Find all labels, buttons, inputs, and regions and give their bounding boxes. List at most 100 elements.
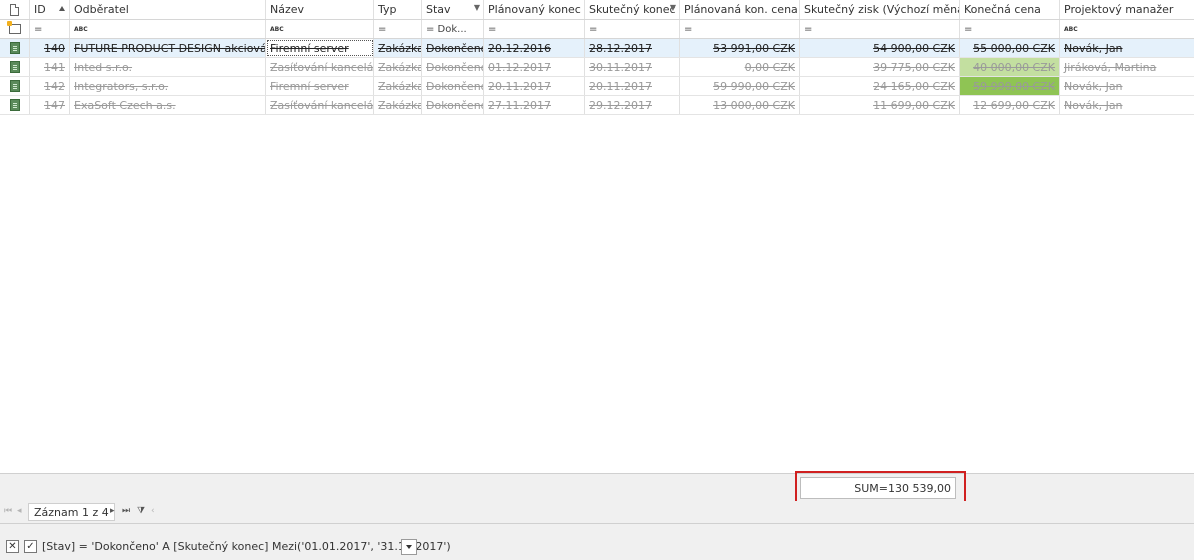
cell-manazer[interactable]: Jiráková, Martina (1060, 58, 1194, 76)
cell-nazev[interactable]: Firemní server (266, 39, 374, 57)
enable-filter-checkbox[interactable]: ✓ (24, 540, 37, 553)
cell-id[interactable]: 147 (30, 96, 70, 114)
column-header-stav[interactable]: Stav ▼ (422, 0, 484, 19)
column-header-nazev[interactable]: Název (266, 0, 374, 19)
cell-konecna-cena[interactable]: 40 000,00 CZK (960, 58, 1060, 76)
column-header-planovany-konec[interactable]: Plánovaný konec (484, 0, 585, 19)
cell-stav[interactable]: Dokončeno (422, 77, 484, 95)
cell-planovana-cena[interactable]: 13 000,00 CZK (680, 96, 800, 114)
cell-planovany-konec[interactable]: 20.12.2016 (484, 39, 585, 57)
cell-manazer[interactable]: Novák, Jan (1060, 39, 1194, 57)
filter-cell-stav[interactable]: = Dok... (422, 20, 484, 38)
row-indicator[interactable] (0, 58, 30, 76)
cell-nazev[interactable]: Zasíťování kanceláře (266, 96, 374, 114)
cell-konecna-cena[interactable]: 55 000,00 CZK (960, 39, 1060, 57)
data-navigator: ⏮ ◂ Záznam 1 z 4 ▸ ⏭ ⧩ ‹ (0, 501, 1194, 524)
cell-id[interactable]: 142 (30, 77, 70, 95)
cell-skutecny-zisk[interactable]: 11 699,00 CZK (800, 96, 960, 114)
filter-cell-planovany-konec[interactable]: = (484, 20, 585, 38)
cell-planovany-konec[interactable]: 01.12.2017 (484, 58, 585, 76)
cell-skutecny-konec[interactable]: 29.12.2017 (585, 96, 680, 114)
column-header-id[interactable]: ID (30, 0, 70, 19)
cell-odberatel[interactable]: Inted s.r.o. (70, 58, 266, 76)
column-header-label: Skutečný zisk (Výchozí měna) (804, 3, 960, 16)
cell-planovana-cena[interactable]: 0,00 CZK (680, 58, 800, 76)
filter-operator: = (589, 23, 598, 35)
filter-records-icon[interactable]: ⧩ (137, 506, 145, 516)
new-row-cell[interactable] (0, 20, 30, 38)
previous-record-icon[interactable]: ◂ (17, 506, 22, 516)
cell-skutecny-zisk[interactable]: 54 900,00 CZK (800, 39, 960, 57)
next-record-icon[interactable]: ▸ (110, 506, 115, 516)
column-header-skutecny-zisk[interactable]: Skutečný zisk (Výchozí měna) (800, 0, 960, 19)
filter-cell-typ[interactable]: = (374, 20, 422, 38)
cell-skutecny-konec[interactable]: 28.12.2017 (585, 39, 680, 57)
cell-manazer[interactable]: Novák, Jan (1060, 96, 1194, 114)
cell-nazev[interactable]: Zasíťování kanceláře (266, 58, 374, 76)
cell-skutecny-zisk[interactable]: 24 165,00 CZK (800, 77, 960, 95)
filter-operator: ABC (270, 25, 284, 33)
cell-skutecny-konec[interactable]: 20.11.2017 (585, 77, 680, 95)
filter-cell-skutecny-zisk[interactable]: = (800, 20, 960, 38)
cell-skutecny-konec[interactable]: 30.11.2017 (585, 58, 680, 76)
table-row[interactable]: 141 Inted s.r.o. Zasíťování kanceláře Za… (0, 58, 1194, 77)
filter-cell-id[interactable]: = (30, 20, 70, 38)
cell-typ[interactable]: Zakázka (374, 96, 422, 114)
table-row[interactable]: 142 Integrators, s.r.o. Firemní server Z… (0, 77, 1194, 96)
cell-typ[interactable]: Zakázka (374, 58, 422, 76)
new-row-icon (6, 21, 21, 34)
cell-odberatel[interactable]: Integrators, s.r.o. (70, 77, 266, 95)
filter-cell-konecna-cena[interactable]: = (960, 20, 1060, 38)
table-row[interactable]: 147 ExaSoft Czech a.s. Zasíťování kancel… (0, 96, 1194, 115)
first-record-icon[interactable]: ⏮ (4, 506, 12, 516)
cell-typ[interactable]: Zakázka (374, 77, 422, 95)
column-filter-icon[interactable]: ▼ (474, 3, 480, 12)
filter-history-dropdown[interactable] (401, 539, 417, 555)
column-header-odberatel[interactable]: Odběratel (70, 0, 266, 19)
column-filter-icon[interactable]: ▼ (670, 3, 676, 12)
cell-id[interactable]: 140 (30, 39, 70, 57)
filter-operator: = (964, 23, 973, 35)
table-row[interactable]: 140 FUTURE PRODUCT DESIGN akciová ... Fi… (0, 39, 1194, 58)
cell-odberatel[interactable]: FUTURE PRODUCT DESIGN akciová ... (70, 39, 266, 57)
cell-stav[interactable]: Dokončeno (422, 96, 484, 114)
clear-filter-button[interactable]: ✕ (6, 540, 19, 553)
filter-cell-manazer[interactable]: ABC (1060, 20, 1194, 38)
cell-stav[interactable]: Dokončeno (422, 39, 484, 57)
scroll-left-icon[interactable]: ‹ (151, 506, 155, 516)
grid-header-row: ID Odběratel Název Typ Stav ▼ Plánovaný … (0, 0, 1194, 20)
column-header-typ[interactable]: Typ (374, 0, 422, 19)
column-header-planovana-cena[interactable]: Plánovaná kon. cena (680, 0, 800, 19)
cell-planovany-konec[interactable]: 20.11.2017 (484, 77, 585, 95)
row-indicator[interactable] (0, 96, 30, 114)
filter-operator: ABC (1064, 25, 1078, 33)
filter-cell-nazev[interactable]: ABC (266, 20, 374, 38)
filter-cell-skutecny-konec[interactable]: = (585, 20, 680, 38)
last-record-icon[interactable]: ⏭ (122, 506, 130, 516)
row-indicator[interactable] (0, 39, 30, 57)
column-header-manazer[interactable]: Projektový manažer (1060, 0, 1194, 19)
cell-id[interactable]: 141 (30, 58, 70, 76)
record-indicator-text: Záznam 1 z 4 (34, 505, 109, 519)
filter-operator: = (34, 23, 43, 35)
column-header-skutecny-konec[interactable]: Skutečný konec ▼ (585, 0, 680, 19)
filter-operator: = (488, 23, 497, 35)
filter-expression[interactable]: [Stav] = 'Dokončeno' A [Skutečný konec] … (42, 540, 451, 553)
cell-konecna-cena[interactable]: 12 699,00 CZK (960, 96, 1060, 114)
column-header-konecna-cena[interactable]: Konečná cena (960, 0, 1060, 19)
column-header-label: Název (270, 3, 305, 16)
filter-cell-planovana-cena[interactable]: = (680, 20, 800, 38)
cell-konecna-cena[interactable]: 59 990,00 CZK (960, 77, 1060, 95)
column-header-label: Typ (378, 3, 397, 16)
cell-stav[interactable]: Dokončeno (422, 58, 484, 76)
filter-cell-odberatel[interactable]: ABC (70, 20, 266, 38)
cell-nazev[interactable]: Firemní server (266, 77, 374, 95)
cell-planovany-konec[interactable]: 27.11.2017 (484, 96, 585, 114)
cell-odberatel[interactable]: ExaSoft Czech a.s. (70, 96, 266, 114)
cell-planovana-cena[interactable]: 59 990,00 CZK (680, 77, 800, 95)
cell-skutecny-zisk[interactable]: 39 775,00 CZK (800, 58, 960, 76)
cell-manazer[interactable]: Novák, Jan (1060, 77, 1194, 95)
row-indicator[interactable] (0, 77, 30, 95)
cell-typ[interactable]: Zakázka (374, 39, 422, 57)
cell-planovana-cena[interactable]: 53 991,00 CZK (680, 39, 800, 57)
